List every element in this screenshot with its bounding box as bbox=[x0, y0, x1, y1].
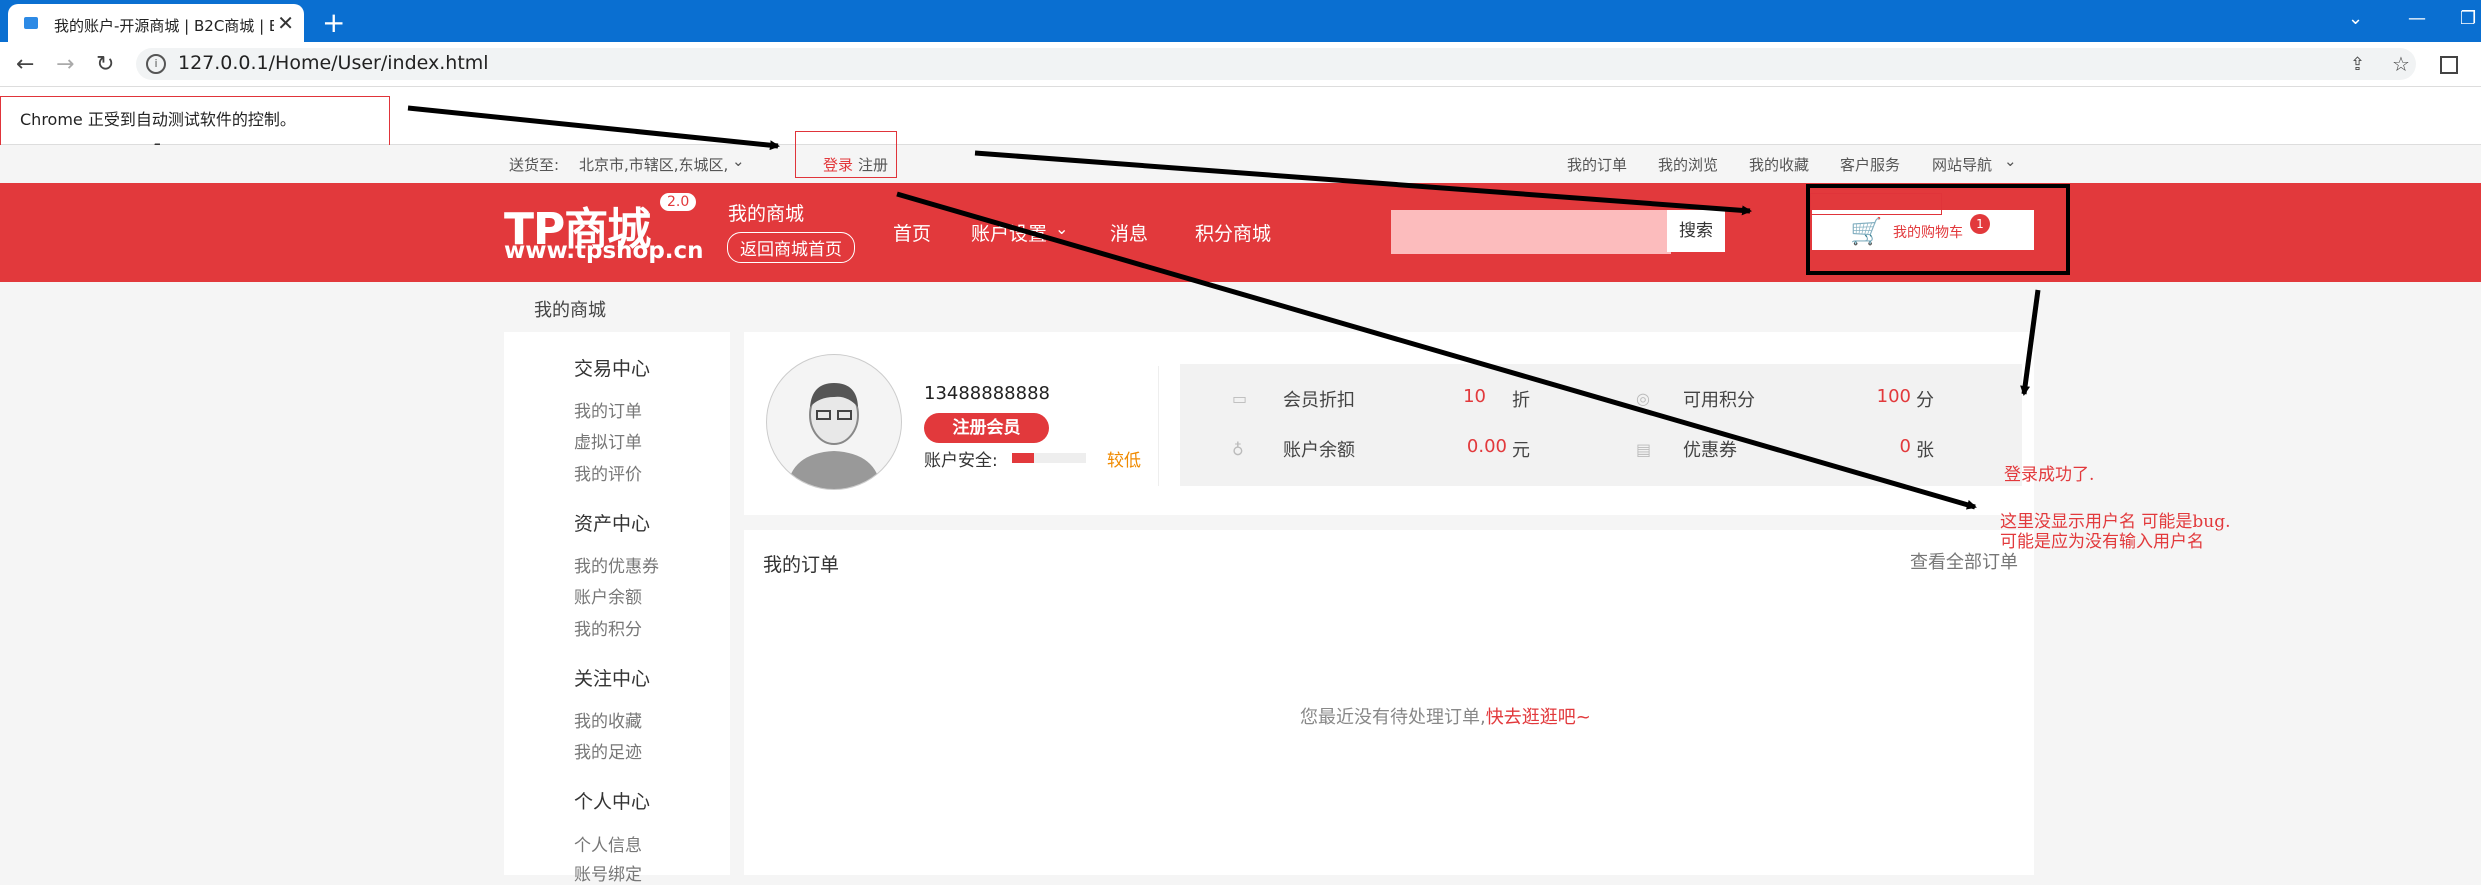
arrow-to-note bbox=[896, 191, 1977, 510]
arrow-down-to-note bbox=[2020, 289, 2041, 396]
annotation-note-reason: 可能是应为没有输入用户名 bbox=[2000, 532, 2204, 552]
arrow-to-login bbox=[407, 105, 780, 151]
arrow-to-cart bbox=[974, 150, 1752, 216]
annotation-arrows bbox=[407, 105, 2041, 510]
annotation-note-login-success: 登录成功了. bbox=[2004, 465, 2095, 485]
